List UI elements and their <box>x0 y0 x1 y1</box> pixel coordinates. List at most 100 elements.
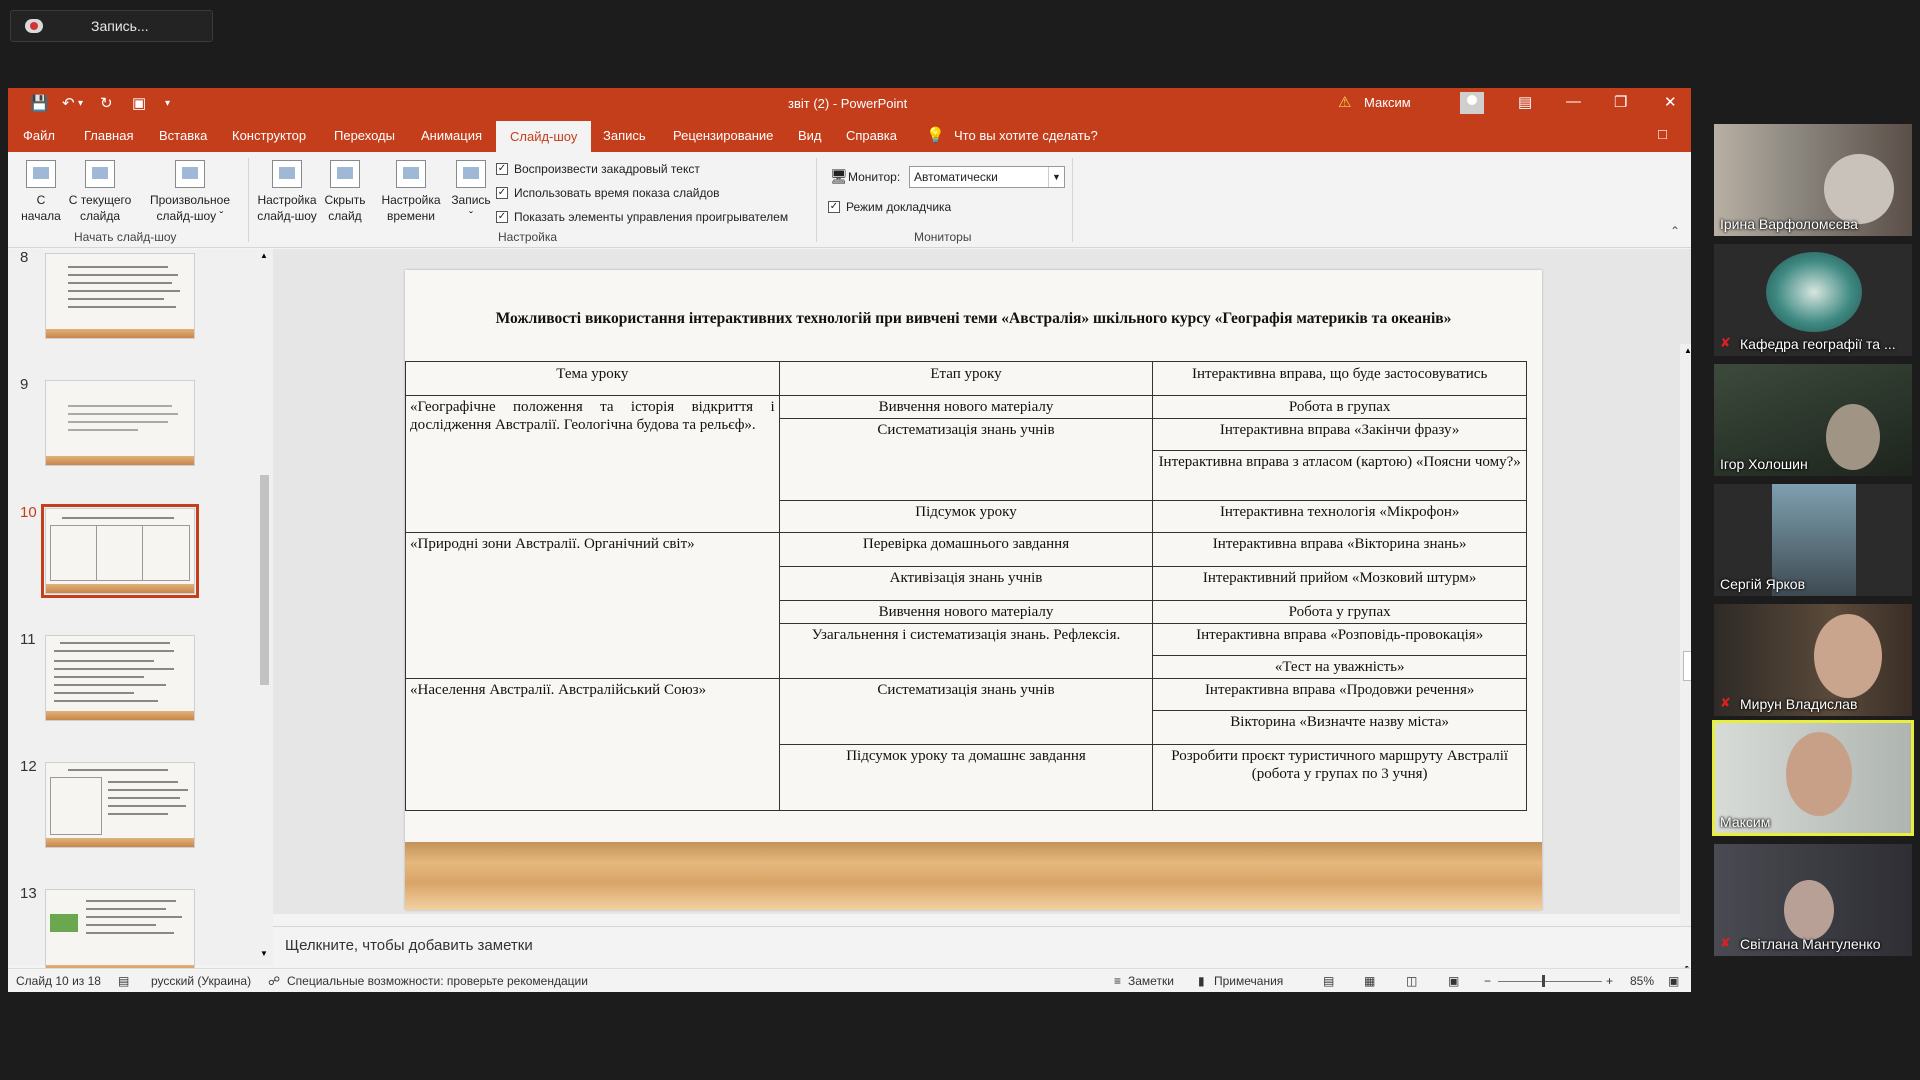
comments-icon[interactable]: □ <box>1658 126 1667 143</box>
save-icon[interactable]: 💾 <box>30 94 49 112</box>
undo-icon[interactable]: ↶ <box>62 94 75 112</box>
participant-tile[interactable]: ✘ Світлана Мантуленко <box>1714 844 1912 956</box>
scroll-down-icon[interactable]: ▼ <box>260 949 268 958</box>
ribbon-display-icon[interactable]: ▤ <box>1518 93 1532 111</box>
from-current-button[interactable]: С текущего слайда <box>64 160 136 224</box>
tab-animations[interactable]: Анимация <box>421 128 482 143</box>
normal-view-icon[interactable]: ▤ <box>1323 974 1334 988</box>
tab-slideshow[interactable]: Слайд-шоу <box>496 121 592 152</box>
exercise-cell: Інтерактивна вправа з атласом (картою) «… <box>1152 450 1527 501</box>
tab-review[interactable]: Рецензирование <box>673 128 773 143</box>
slide-canvas[interactable]: Можливості використання інтерактивних те… <box>405 270 1542 910</box>
media-controls-checkbox[interactable]: ✓ Показать элементы управления проигрыват… <box>496 210 788 224</box>
participant-video <box>1784 880 1834 940</box>
language-status[interactable]: русский (Украина) <box>151 974 251 988</box>
tab-file[interactable]: Файл <box>23 128 55 143</box>
customize-toolbar-icon[interactable]: ▾ <box>165 98 170 109</box>
mic-muted-icon: ✘ <box>1720 695 1731 710</box>
slide-thumbnail-8[interactable] <box>45 253 195 339</box>
zoom-slider-thumb[interactable] <box>1542 975 1545 987</box>
comments-toggle[interactable]: Примечания <box>1214 974 1283 988</box>
restore-icon[interactable]: ❐ <box>1614 93 1627 111</box>
custom-show-button[interactable]: Произвольное слайд-шоу ˇ <box>144 160 236 224</box>
tell-me-search[interactable]: Что вы хотите сделать? <box>954 128 1098 143</box>
tab-help[interactable]: Справка <box>846 128 897 143</box>
table-header: Тема уроку <box>405 361 780 396</box>
monitor-label: Монитор: <box>848 170 901 184</box>
editor-scrollbar[interactable]: ▲ ▼ ↟ ↡ <box>1680 344 1691 992</box>
comments-status-icon[interactable]: ▮ <box>1198 974 1205 988</box>
tab-record[interactable]: Запись <box>603 128 646 143</box>
hide-slide-button[interactable]: Скрыть слайд <box>322 160 368 224</box>
monitor-select[interactable]: Автоматически ▼ <box>909 166 1065 188</box>
participant-tile[interactable]: Сергій Ярков <box>1714 484 1912 596</box>
close-icon[interactable]: ✕ <box>1664 93 1677 111</box>
participant-tile[interactable]: Ірина Варфоломєєва <box>1714 124 1912 236</box>
table-header-row: Тема уроку Етап уроку Інтерактивна вправ… <box>405 361 1527 396</box>
notes-pane[interactable]: Щелкните, чтобы добавить заметки <box>273 926 1691 966</box>
accessibility-status[interactable]: Специальные возможности: проверьте реком… <box>287 974 588 988</box>
record-button[interactable]: Запись ˇ <box>448 160 494 224</box>
from-current-label-2: слайда <box>79 209 121 223</box>
zoom-in-icon[interactable]: + <box>1606 974 1613 988</box>
scroll-up-icon[interactable]: ▲ <box>1684 346 1691 355</box>
collapse-ribbon-icon[interactable]: ⌃ <box>1670 224 1680 238</box>
minimize-icon[interactable]: — <box>1566 93 1581 110</box>
custom-show-label-1: Произвольное <box>149 193 231 207</box>
slide-thumbnail-9[interactable] <box>45 380 195 466</box>
setup-show-button[interactable]: Настройка слайд-шоу <box>254 160 320 224</box>
record-icon <box>456 160 486 188</box>
participant-tile[interactable]: ✘ Кафедра географії та ... <box>1714 244 1912 356</box>
zoom-level[interactable]: 85% <box>1630 974 1654 988</box>
slideshow-from-start-icon[interactable]: ▣ <box>132 94 146 112</box>
redo-icon[interactable]: ↻ <box>100 94 113 112</box>
group-setup-label: Настройка <box>498 230 558 244</box>
slideshow-view-icon[interactable]: ▣ <box>1448 974 1459 988</box>
slide-thumbnail-13[interactable] <box>45 889 195 975</box>
exercise-cell: Робота у групах <box>1152 600 1527 624</box>
warning-icon[interactable]: ⚠ <box>1338 93 1351 111</box>
recording-indicator[interactable]: Запись... <box>10 10 213 42</box>
tab-view[interactable]: Вид <box>798 128 822 143</box>
tab-insert[interactable]: Вставка <box>159 128 207 143</box>
participant-tile[interactable]: ✘ Мирун Владислав <box>1714 604 1912 716</box>
spellcheck-icon[interactable]: ▤ <box>118 974 129 988</box>
monitor-icon: 🖥 <box>830 168 848 184</box>
rehearse-timings-button[interactable]: Настройка времени <box>378 160 444 224</box>
table-header: Інтерактивна вправа, що буде застосовува… <box>1152 361 1527 396</box>
scrollbar-thumb[interactable] <box>1683 651 1691 681</box>
tab-transitions[interactable]: Переходы <box>334 128 395 143</box>
slide-sorter-icon[interactable]: ▦ <box>1364 974 1375 988</box>
slide-thumbnail-10[interactable] <box>41 504 199 598</box>
ribbon: С начала С текущего слайда Произвольное … <box>8 152 1691 248</box>
exercise-cell: Інтерактивна вправа «Продовжи речення» <box>1152 678 1527 711</box>
participant-tile-active-speaker[interactable]: Максим <box>1712 720 1914 836</box>
fit-slide-icon[interactable]: ▣ <box>1668 974 1679 988</box>
zoom-slider[interactable] <box>1498 981 1602 982</box>
scrollbar-thumb[interactable] <box>260 475 269 685</box>
slide-thumbnail-12[interactable] <box>45 762 195 848</box>
scroll-up-icon[interactable]: ▲ <box>260 251 268 260</box>
account-name[interactable]: Максим <box>1364 95 1411 110</box>
reading-view-icon[interactable]: ◫ <box>1406 974 1417 988</box>
participant-name: Ірина Варфоломєєва <box>1720 216 1858 232</box>
thumbnails-scrollbar[interactable]: ▲ ▼ <box>256 249 273 965</box>
stage-cell: Підсумок уроку <box>778 500 1154 533</box>
notes-icon[interactable]: ≡ <box>1114 974 1121 988</box>
undo-dropdown-icon[interactable]: ▾ <box>78 98 83 109</box>
tab-design[interactable]: Конструктор <box>232 128 306 143</box>
avatar[interactable] <box>1460 92 1484 114</box>
group-monitors-label: Мониторы <box>914 230 972 244</box>
timings-checkbox[interactable]: ✓ Использовать время показа слайдов <box>496 186 720 200</box>
presenter-view-checkbox[interactable]: ✓ Режим докладчика <box>828 200 951 214</box>
participant-video <box>1814 614 1882 698</box>
slide-thumbnail-11[interactable] <box>45 635 195 721</box>
participant-name: Світлана Мантуленко <box>1740 936 1881 952</box>
participant-tile[interactable]: Ігор Холошин <box>1714 364 1912 476</box>
notes-toggle[interactable]: Заметки <box>1128 974 1174 988</box>
tab-home[interactable]: Главная <box>84 128 133 143</box>
narration-checkbox[interactable]: ✓ Воспроизвести закадровый текст <box>496 162 700 176</box>
from-start-button[interactable]: С начала <box>18 160 64 224</box>
accessibility-icon[interactable]: ☍ <box>268 974 280 988</box>
zoom-out-icon[interactable]: − <box>1484 974 1491 988</box>
